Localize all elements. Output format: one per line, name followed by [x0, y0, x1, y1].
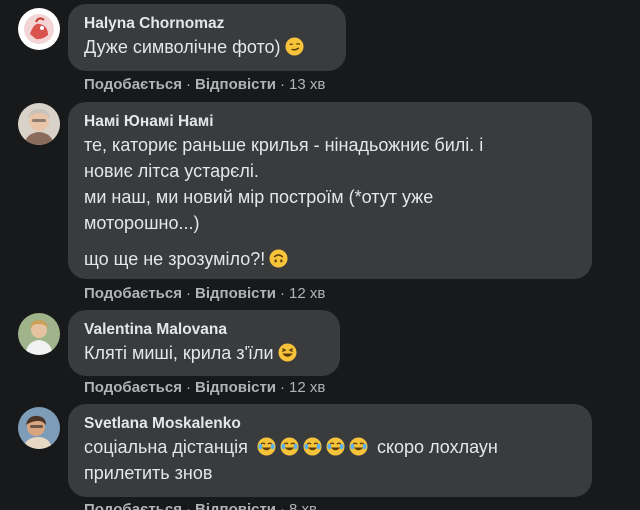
comment-author[interactable]: Svetlana Moskalenko	[84, 414, 578, 434]
reply-link[interactable]: Відповісти	[195, 379, 276, 396]
avatar[interactable]	[18, 313, 60, 355]
comment-actions: Подобається · Відповісти · 13 хв	[84, 76, 325, 94]
avatar-valentina-image	[18, 313, 60, 355]
avatar[interactable]	[18, 8, 60, 50]
like-link[interactable]: Подобається	[84, 501, 182, 510]
comment-line: що ще не зрозуміло?!	[84, 249, 266, 269]
tears-of-joy-emoji-icon	[280, 437, 299, 456]
upside-down-emoji-icon	[269, 249, 288, 268]
comment-bubble: Svetlana Moskalenko соціальна дістанція …	[68, 404, 592, 497]
tears-of-joy-emoji-icon	[303, 437, 322, 456]
comment-time[interactable]: 13 хв	[289, 76, 325, 93]
comment-time[interactable]: 12 хв	[289, 285, 325, 302]
avatar-nami-image	[18, 103, 60, 145]
separator-dot: ·	[280, 285, 286, 302]
comment-time[interactable]: 12 хв	[289, 379, 325, 396]
comment-author[interactable]: Halyna Chornomaz	[84, 14, 332, 34]
like-link[interactable]: Подобається	[84, 285, 182, 302]
comment-actions: Подобається · Відповісти · 8 хв	[84, 501, 317, 510]
comment-bubble: Намі Юнамі Намі те, каториє раньше криль…	[68, 102, 592, 279]
comment-text: Дуже символічне фото)	[84, 34, 332, 60]
comment-line: те, каториє раньше крилья - нінадьожниє …	[84, 135, 484, 155]
separator-dot: ·	[280, 76, 286, 93]
like-link[interactable]: Подобається	[84, 76, 182, 93]
separator-dot: ·	[185, 285, 191, 302]
separator-dot: ·	[185, 76, 191, 93]
comment-text: Кляті миші, крила з'їли	[84, 340, 326, 366]
comment-line: скоро лохлаун	[376, 437, 498, 457]
comment-line: соціальна дістанція	[84, 437, 248, 457]
comment-text: те, каториє раньше крилья - нінадьожниє …	[84, 132, 578, 272]
comment-actions: Подобається · Відповісти · 12 хв	[84, 285, 325, 303]
comment-text: соціальна дістанція скоро лохлаун прилет…	[84, 434, 578, 486]
reply-link[interactable]: Відповісти	[195, 76, 276, 93]
comment-author[interactable]: Намі Юнамі Намі	[84, 112, 578, 132]
avatar[interactable]	[18, 407, 60, 449]
comment-bubble: Valentina Malovana Кляті миші, крила з'ї…	[68, 310, 340, 376]
separator-dot: ·	[185, 501, 191, 510]
reply-link[interactable]: Відповісти	[195, 285, 276, 302]
laughing-squint-emoji-icon	[278, 343, 297, 362]
comments-feed: Halyna Chornomaz Дуже символічне фото) П…	[0, 0, 640, 510]
comment-line: прилетить знов	[84, 463, 213, 483]
tears-of-joy-emoji-icon	[257, 437, 276, 456]
tears-of-joy-emoji-icon	[326, 437, 345, 456]
reply-link[interactable]: Відповісти	[195, 501, 276, 510]
separator-dot: ·	[185, 379, 191, 396]
comment-bubble: Halyna Chornomaz Дуже символічне фото)	[68, 4, 346, 71]
avatar-halyna-image	[18, 8, 60, 50]
separator-dot: ·	[280, 379, 286, 396]
comment-line: Дуже символічне фото)	[84, 37, 281, 57]
comment-line: моторошно...)	[84, 213, 200, 233]
comment-time[interactable]: 8 хв	[289, 501, 317, 510]
tears-of-joy-emoji-icon	[349, 437, 368, 456]
avatar[interactable]	[18, 103, 60, 145]
comment-line: ми наш, ми новий мір построїм (*отут уже	[84, 187, 434, 207]
smirk-emoji-icon	[285, 37, 304, 56]
comment-line: Кляті миші, крила з'їли	[84, 343, 274, 363]
comment-line: новиє літса устарєлі.	[84, 161, 259, 181]
comment-author[interactable]: Valentina Malovana	[84, 320, 326, 340]
like-link[interactable]: Подобається	[84, 379, 182, 396]
separator-dot: ·	[280, 501, 286, 510]
emoji-group	[257, 437, 377, 457]
avatar-svetlana-image	[18, 407, 60, 449]
comment-actions: Подобається · Відповісти · 12 хв	[84, 379, 325, 397]
